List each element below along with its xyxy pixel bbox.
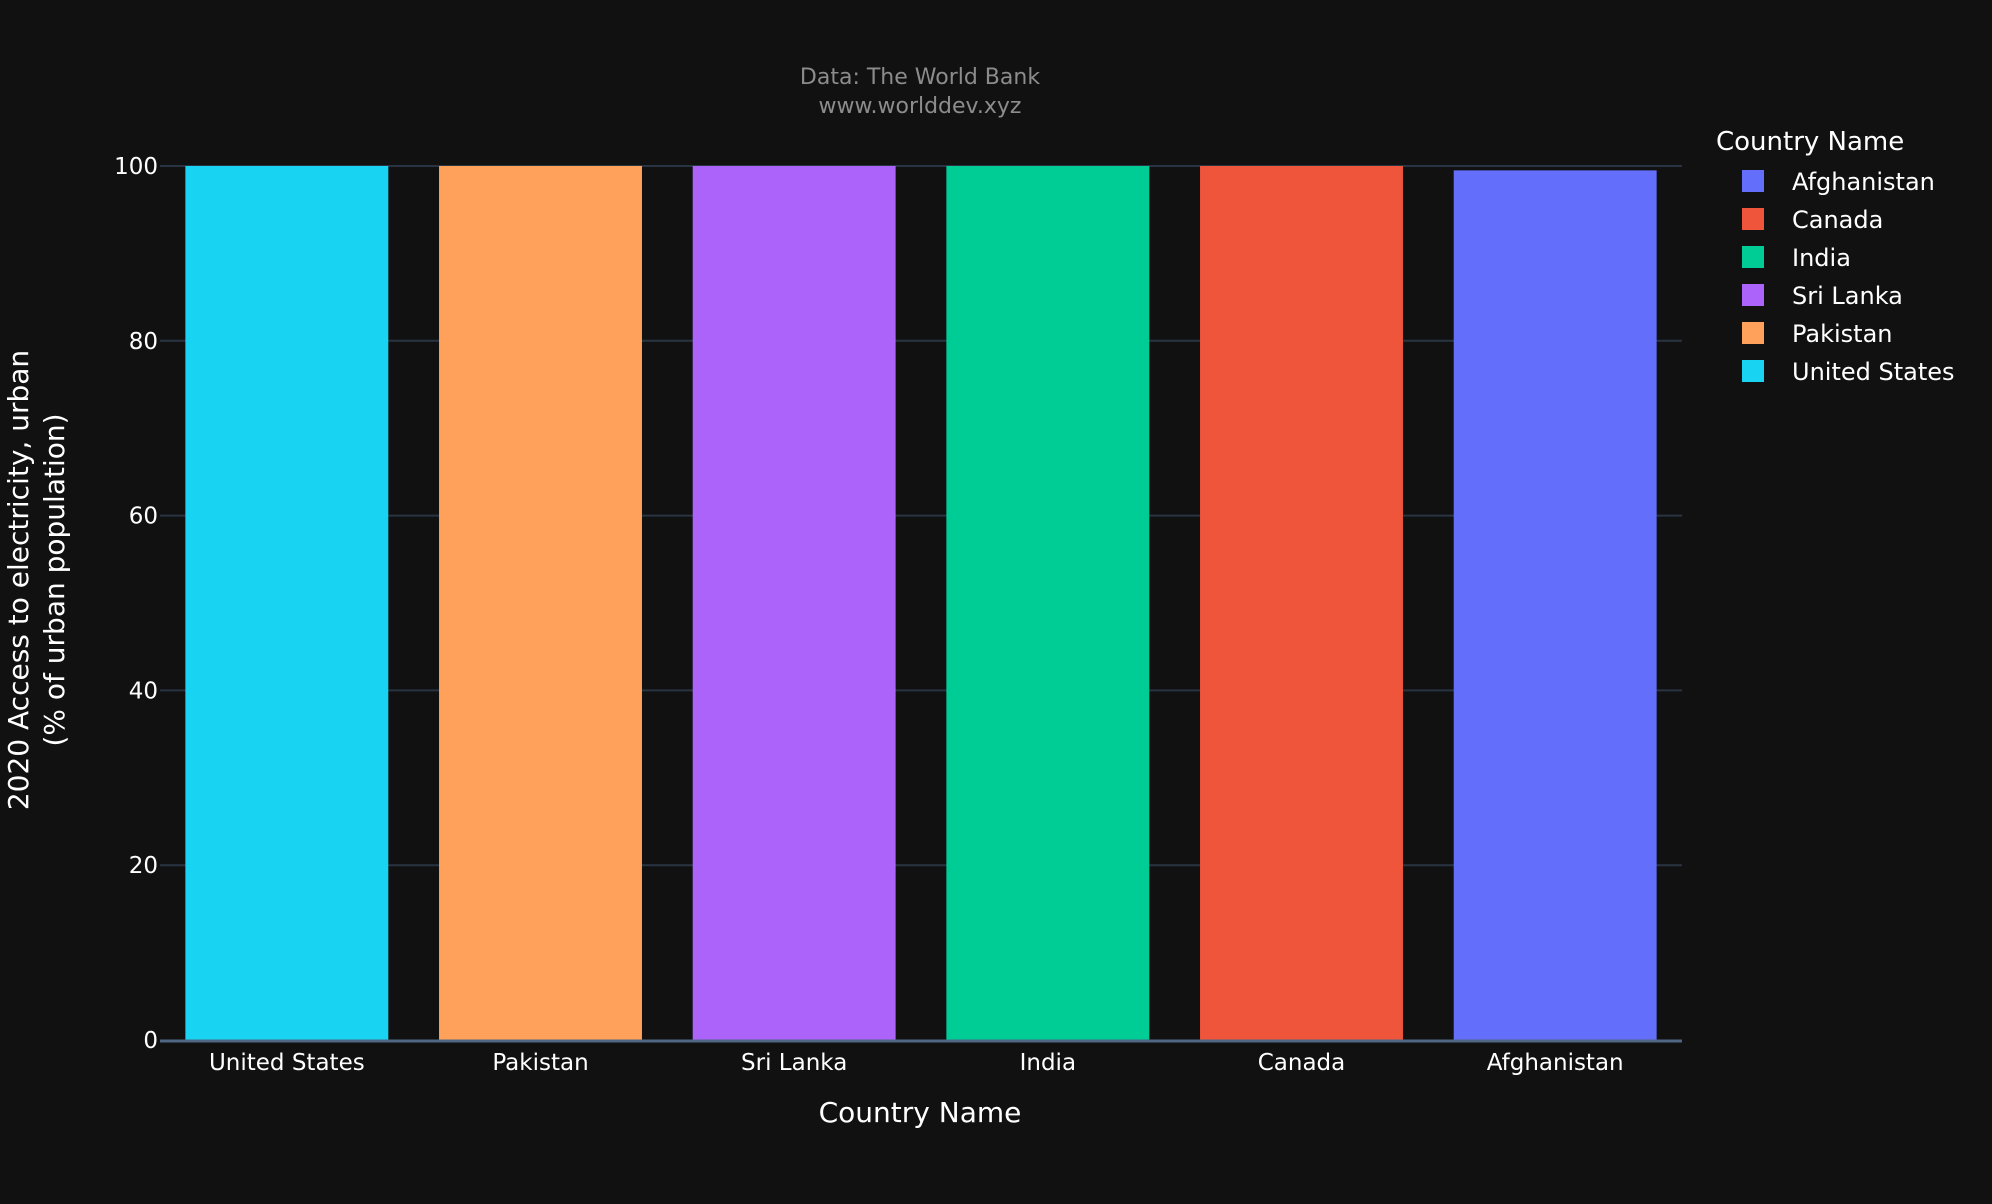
x-tick-label: India xyxy=(1020,1050,1076,1076)
legend-item-pakistan[interactable]: Pakistan xyxy=(1742,320,1893,348)
bars xyxy=(185,166,1657,1040)
y-tick-label: 80 xyxy=(129,329,158,355)
bar-united-states[interactable] xyxy=(185,166,389,1040)
x-axis-title: Country Name xyxy=(819,1096,1022,1129)
source-line-2: www.worlddev.xyz xyxy=(819,94,1022,119)
bar-chart: 0 20 40 60 80 100 United States Pakistan Sri La… xyxy=(2,65,1955,1129)
legend-item-united-states[interactable]: United States xyxy=(1742,358,1955,386)
legend-swatch xyxy=(1742,246,1764,268)
x-tick-label: Pakistan xyxy=(492,1050,588,1076)
legend-item-canada[interactable]: Canada xyxy=(1742,206,1883,234)
bar-afghanistan[interactable] xyxy=(1453,170,1657,1040)
y-axis-title-line-2: (% of urban population) xyxy=(38,413,71,746)
bar-canada[interactable] xyxy=(1200,166,1403,1040)
x-tick-label: Afghanistan xyxy=(1487,1050,1624,1076)
chart-root: 0 20 40 60 80 100 United States Pakistan Sri La… xyxy=(0,0,1992,1200)
legend-swatch xyxy=(1742,284,1764,306)
y-tick-labels: 0 20 40 60 80 100 xyxy=(114,154,158,1054)
x-tick-label: Sri Lanka xyxy=(741,1050,847,1076)
legend-label: United States xyxy=(1792,358,1955,386)
legend-swatch xyxy=(1742,360,1764,382)
legend-item-sri-lanka[interactable]: Sri Lanka xyxy=(1742,282,1903,310)
y-tick-label: 60 xyxy=(129,504,158,530)
y-tick-label: 20 xyxy=(129,853,158,879)
legend-label: Canada xyxy=(1792,206,1883,234)
legend-swatch xyxy=(1742,208,1764,230)
bar-sri-lanka[interactable] xyxy=(692,166,896,1040)
legend-label: Pakistan xyxy=(1792,320,1893,348)
legend-label: India xyxy=(1792,244,1851,272)
y-tick-label: 0 xyxy=(143,1028,158,1054)
legend-label: Sri Lanka xyxy=(1792,282,1903,310)
legend-swatch xyxy=(1742,322,1764,344)
legend-swatch xyxy=(1742,170,1764,192)
y-axis-title-line-1: 2020 Access to electricity, urban xyxy=(2,350,35,810)
x-tick-label: Canada xyxy=(1258,1050,1346,1076)
x-tick-label: United States xyxy=(209,1050,365,1076)
legend: Country Name Afghanistan Canada India Sri L… xyxy=(1716,127,1955,386)
legend-label: Afghanistan xyxy=(1792,168,1935,196)
x-tick-labels: United States Pakistan Sri Lanka India Canad… xyxy=(209,1050,1624,1076)
legend-item-india[interactable]: India xyxy=(1742,244,1851,272)
legend-title: Country Name xyxy=(1716,127,1904,157)
y-tick-label: 40 xyxy=(129,678,158,704)
source-line-1: Data: The World Bank xyxy=(800,65,1040,90)
bar-pakistan[interactable] xyxy=(439,166,642,1040)
legend-item-afghanistan[interactable]: Afghanistan xyxy=(1742,168,1935,196)
legend-items: Afghanistan Canada India Sri Lanka Pakistan U… xyxy=(1742,168,1955,386)
bar-india[interactable] xyxy=(946,166,1150,1040)
y-tick-label: 100 xyxy=(114,154,158,180)
